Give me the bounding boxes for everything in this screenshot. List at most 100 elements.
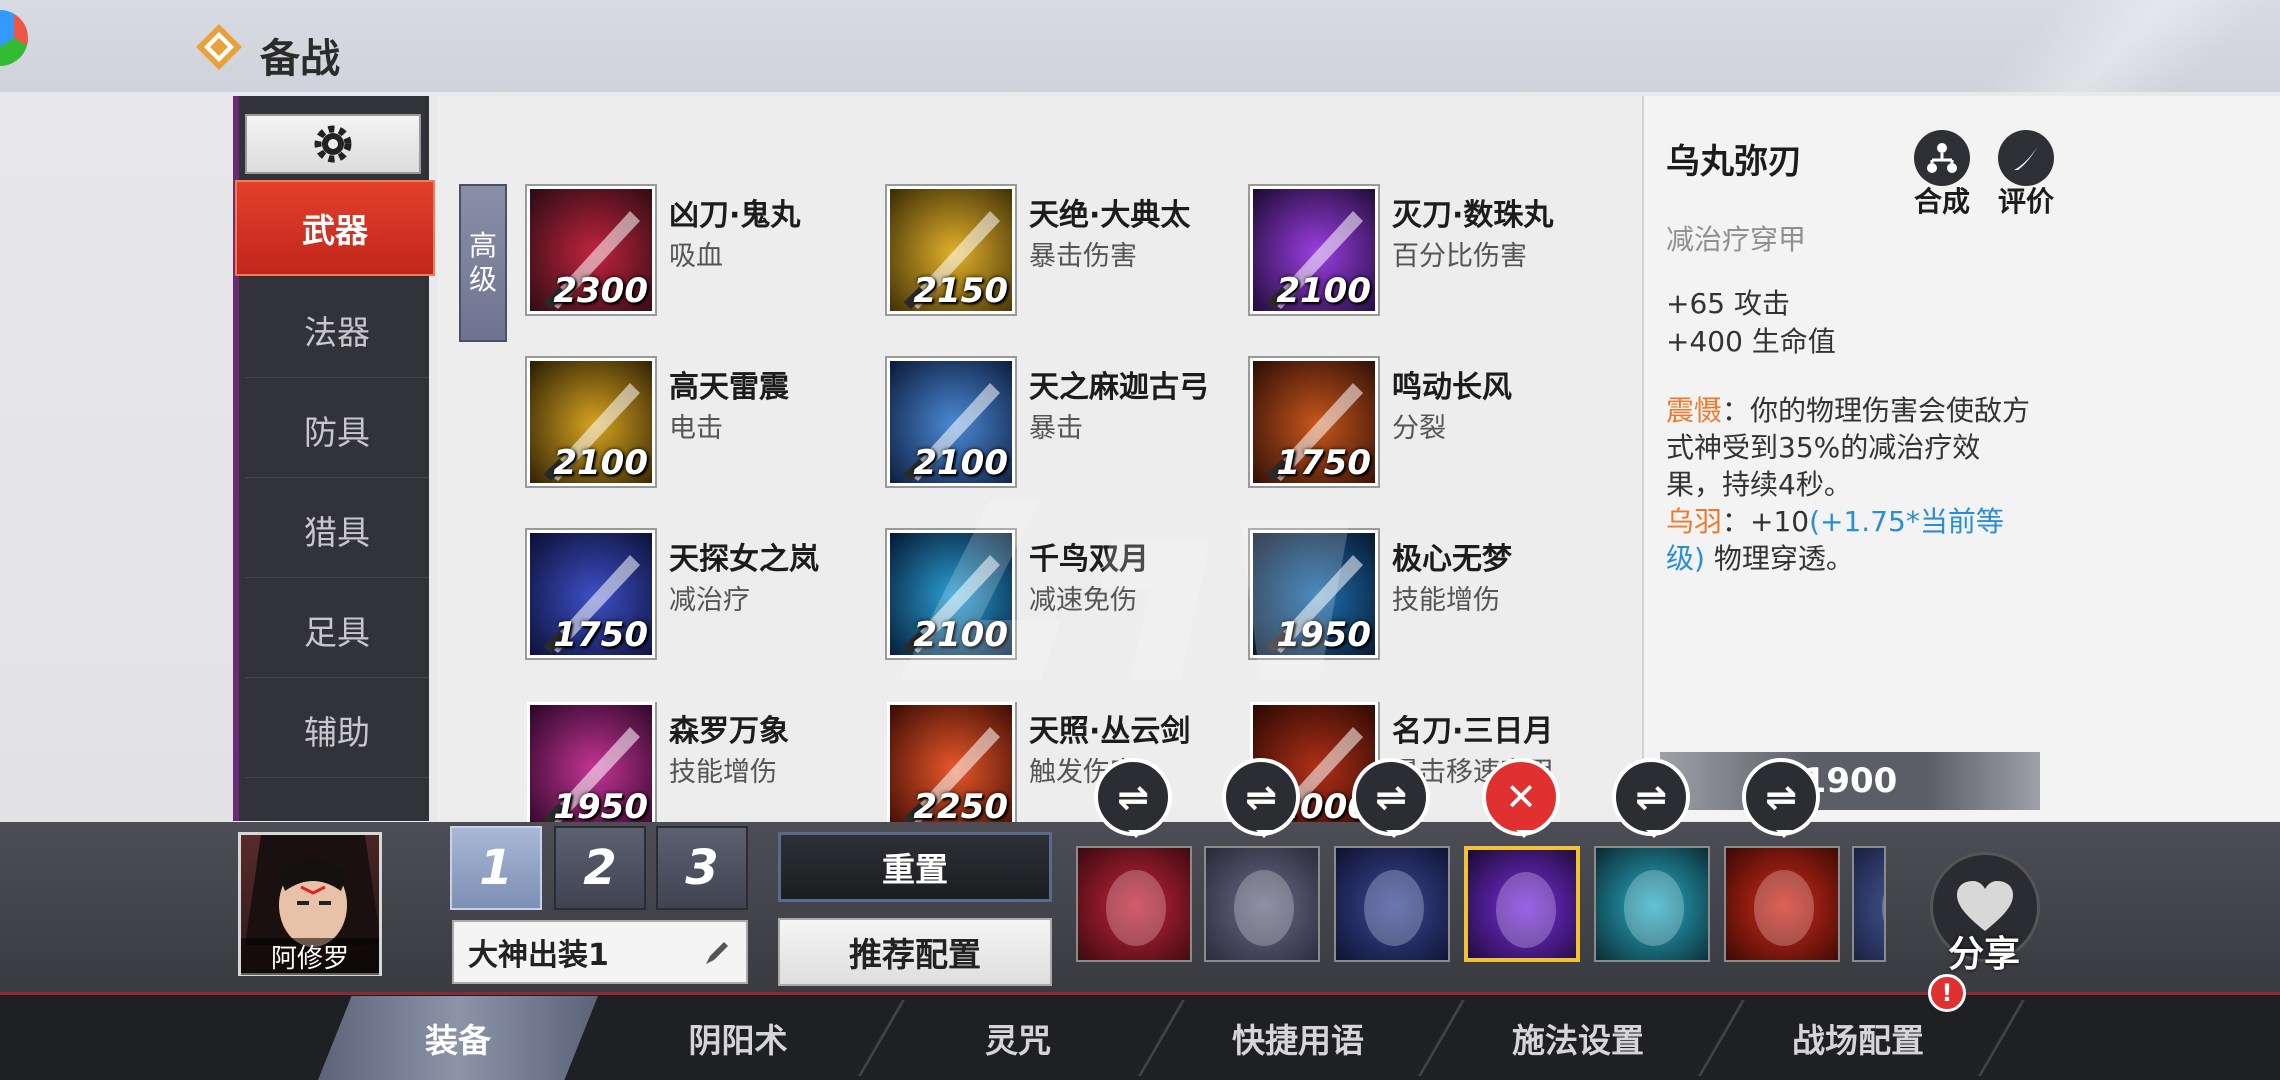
settings-button[interactable] (245, 114, 421, 174)
weapon-item[interactable]: 2250 天照·丛云剑 触发伤害 (887, 702, 1227, 822)
tab-spirit-curse[interactable]: 灵咒 (878, 996, 1158, 1080)
weapon-item-price: 1750 (553, 615, 648, 655)
page-title: 备战 (260, 36, 340, 82)
category-weapon[interactable]: 武器 (235, 180, 435, 276)
brush-icon (2014, 146, 2038, 170)
tier-tab-char: 高 (468, 229, 497, 262)
weapon-item-icon: 1750 (527, 530, 655, 658)
category-support[interactable]: 辅助 (245, 682, 429, 778)
weapon-item-name: 凶刀·鬼丸 (669, 198, 801, 233)
weapon-item-name: 天绝·大典太 (1029, 198, 1191, 233)
equipped-item-slot[interactable] (1334, 846, 1450, 962)
swap-item-icon[interactable]: ⇌ (1352, 758, 1430, 838)
detail-stat-hp: +400 生命值 (1666, 325, 1836, 358)
recommend-config-button[interactable]: 推荐配置 (778, 918, 1052, 986)
weapon-item[interactable]: 1950 森罗万象技能增伤 (527, 702, 867, 822)
hero-name: 阿修罗 (241, 938, 379, 975)
weapon-item-icon: 1750 (1250, 358, 1378, 486)
tab-equipment[interactable]: 装备 (318, 996, 598, 1080)
detail-description: 震慑：你的物理伤害会使敌方式神受到35%的减治疗效果，持续4秒。 乌羽：+10(… (1666, 392, 2036, 577)
weapon-item-icon: 1950 (527, 702, 655, 822)
weapon-item-name: 千鸟双月 (1029, 542, 1149, 577)
weapon-item-price: 2300 (553, 271, 648, 311)
reset-button[interactable]: 重置 (778, 832, 1052, 902)
weapon-item[interactable]: 1950 极心无梦技能增伤 (1250, 530, 1590, 670)
weapon-item-tag: 暴击伤害 (1029, 241, 1137, 272)
weapon-item[interactable]: 2100 高天雷震电击 (527, 358, 867, 498)
category-sidebar: 武器 法器 防具 猎具 足具 辅助 (233, 96, 435, 821)
effect-name-crow-feather: 乌羽 (1666, 505, 1723, 538)
detail-stat-attack: +65 攻击 (1666, 287, 1790, 320)
weapon-item-name: 高天雷震 (669, 370, 789, 405)
swap-item-icon[interactable]: ⇌ (1612, 758, 1690, 838)
equipped-item-slot[interactable] (1724, 846, 1840, 962)
craft-button[interactable]: 合成 (1912, 130, 1972, 220)
weapon-item-tag: 电击 (669, 413, 723, 444)
gear-icon (314, 125, 352, 163)
equipped-item-slot[interactable] (1204, 846, 1320, 962)
weapon-item[interactable]: 2100 灭刀·数珠丸百分比伤害 (1250, 186, 1590, 326)
build-slot-2[interactable]: 2 (554, 826, 646, 910)
equipped-item-slot[interactable] (1594, 846, 1710, 962)
weapon-item[interactable]: 2100 千鸟双月 减速免伤 (887, 530, 1227, 670)
weapon-item[interactable]: 1750 鸣动长风 分裂 (1250, 358, 1590, 498)
review-button[interactable]: 评价 (1996, 130, 2056, 220)
weapon-item-tag: 技能增伤 (1392, 585, 1500, 616)
diamond-logo-icon (196, 24, 242, 70)
build-name-text: 大神出装1 (468, 938, 609, 973)
build-name-field[interactable]: 大神出装1 (452, 920, 748, 984)
weapon-item-price: 2250 (913, 787, 1008, 822)
total-price-bar: 1900 (1660, 752, 2040, 810)
equipped-item-slot[interactable] (1852, 846, 1886, 962)
weapon-item-tag: 技能增伤 (669, 757, 777, 788)
weapon-item-price: 1750 (1276, 443, 1371, 483)
category-hunting-gear[interactable]: 猎具 (245, 482, 429, 578)
craft-label: 合成 (1913, 185, 1970, 218)
detail-item-name: 乌丸弥刃 (1666, 142, 1802, 182)
weapon-item-name: 极心无梦 (1392, 542, 1512, 577)
category-magic-item[interactable]: 法器 (245, 282, 429, 378)
remove-item-icon[interactable]: ✕ (1482, 758, 1560, 838)
weapon-item-tag: 百分比伤害 (1392, 241, 1527, 272)
weapon-item-name: 森罗万象 (669, 714, 789, 749)
effect-name-deter: 震慑 (1666, 394, 1723, 427)
top-bar (0, 0, 2280, 92)
equipped-item-slot[interactable] (1076, 846, 1192, 962)
weapon-item[interactable]: 1750 天探女之岚减治疗 (527, 530, 867, 670)
tier-tab-advanced[interactable]: 高 级 (459, 184, 507, 342)
weapon-item-name: 天探女之岚 (669, 542, 819, 577)
weapon-item-price: 2100 (553, 443, 648, 483)
weapon-item-price: 1950 (553, 787, 648, 822)
weapon-item-icon: 1950 (1250, 530, 1378, 658)
weapon-item-tag: 暴击 (1029, 413, 1083, 444)
weapon-item[interactable]: 2100 天之麻迦古弓 暴击 (887, 358, 1227, 498)
weapon-item-tag: 减治疗 (669, 585, 750, 616)
effect-text-pre: ：+10 (1722, 505, 1810, 538)
equipped-item-slot[interactable] (1464, 846, 1580, 962)
weapon-item[interactable]: 2300 凶刀·鬼丸 吸血 (527, 186, 867, 326)
weapon-item-icon: 2250 (887, 702, 1015, 822)
pencil-edit-icon[interactable] (702, 938, 732, 968)
weapon-item-icon: 2300 (527, 186, 655, 314)
craft-tree-icon (1927, 143, 1957, 173)
swap-item-icon[interactable]: ⇌ (1222, 758, 1300, 838)
build-slot-1[interactable]: 1 (450, 826, 542, 910)
tab-cast-settings[interactable]: 施法设置 (1438, 996, 1718, 1080)
weapon-item[interactable]: 2150 天绝·大典太暴击伤害 (887, 186, 1227, 326)
weapon-item-name: 鸣动长风 (1392, 370, 1512, 405)
weapon-item-icon: 2150 (887, 186, 1015, 314)
swap-item-icon[interactable]: ⇌ (1094, 758, 1172, 838)
alert-badge: ! (1928, 974, 1966, 1012)
weapon-item-icon: 2100 (527, 358, 655, 486)
swap-item-icon[interactable]: ⇌ (1742, 758, 1820, 838)
category-footwear[interactable]: 足具 (245, 582, 429, 678)
detail-tags: 减治疗穿甲 (1666, 223, 1807, 256)
weapon-item-name: 天照·丛云剑 (1029, 714, 1191, 749)
weapon-item-name: 灭刀·数珠丸 (1392, 198, 1554, 233)
build-slot-3[interactable]: 3 (656, 826, 748, 910)
category-armor[interactable]: 防具 (245, 382, 429, 478)
tab-onmyoji-spell[interactable]: 阴阳术 (598, 996, 878, 1080)
weapon-item-price: 2150 (913, 271, 1008, 311)
tab-quick-phrases[interactable]: 快捷用语 (1158, 996, 1438, 1080)
weapon-item-price: 2100 (1276, 271, 1371, 311)
